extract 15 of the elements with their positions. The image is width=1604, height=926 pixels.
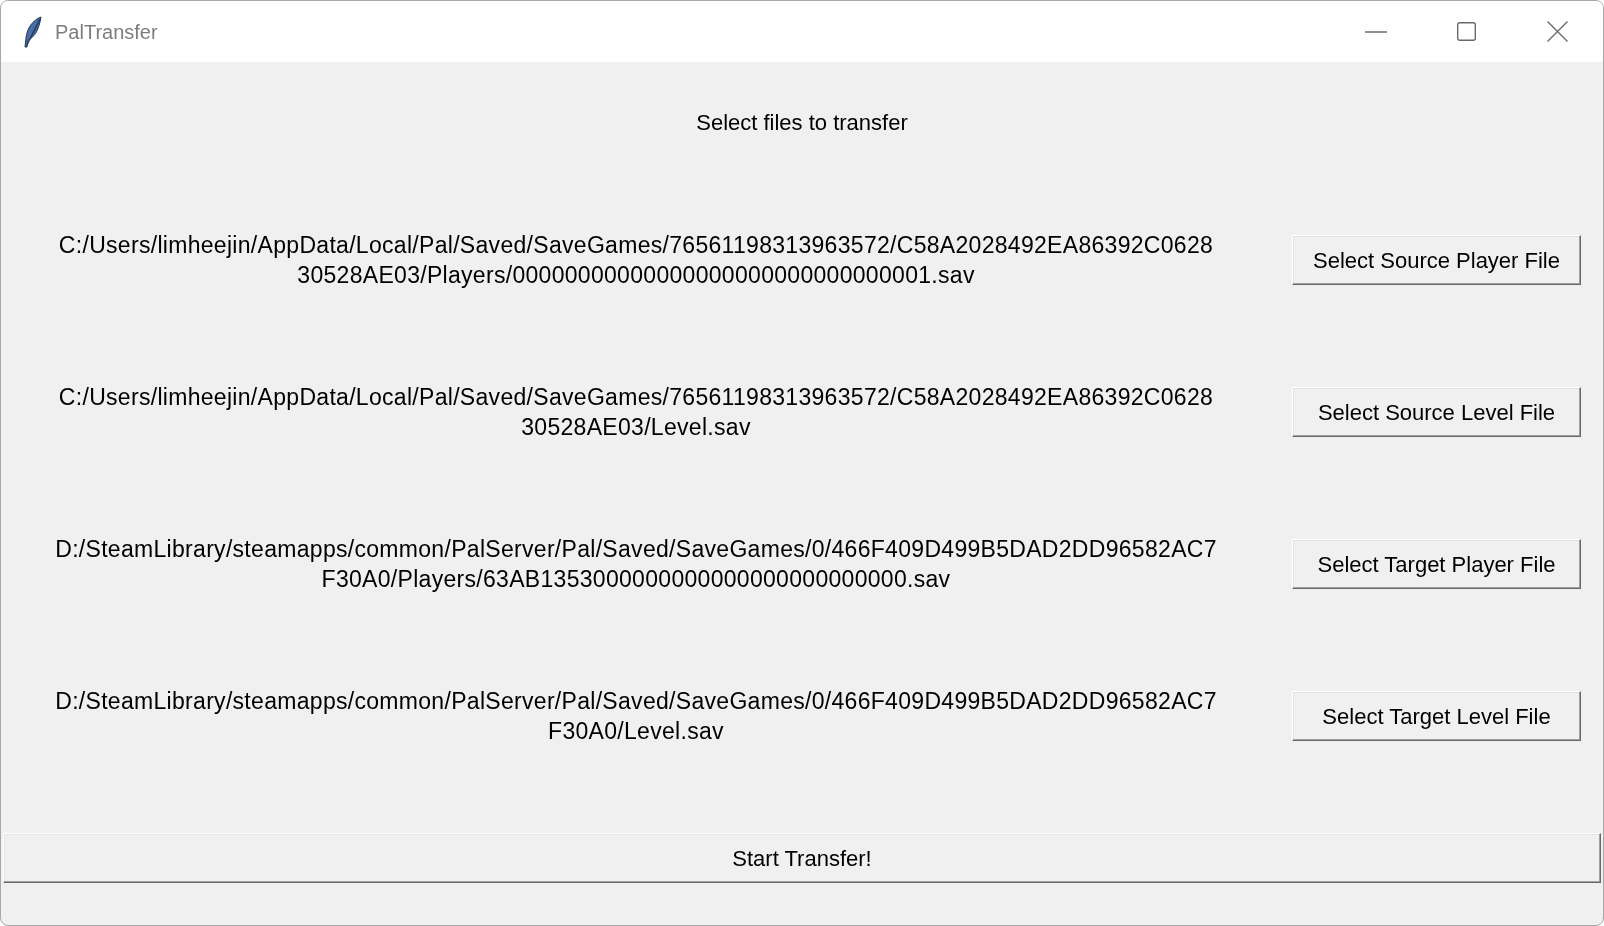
select-file-button[interactable]: Select Source Player File xyxy=(1292,235,1581,285)
maximize-icon xyxy=(1457,22,1476,41)
file-path-text: D:/SteamLibrary/steamapps/common/PalServer/Pal/Saved/SaveGames/0/466F409D499B5DAD2DD96582AC7 F30A0/Players/63AB1353000000000000000000000000.sav xyxy=(55,535,1217,594)
file-path-text: D:/SteamLibrary/steamapps/common/PalServer/Pal/Saved/SaveGames/0/466F409D499B5DAD2DD96582AC7 F30A0/Level.sav xyxy=(55,687,1217,746)
window-title: PalTransfer xyxy=(55,21,158,42)
file-path-text: C:/Users/limheejin/AppData/Local/Pal/Saved/SaveGames/76561198313963572/C58A2028492EA86392C0628 30528AE03/Players/00000000000000000000000000000001.sav xyxy=(58,231,1214,290)
feather-icon xyxy=(23,15,43,48)
select-file-button[interactable]: Select Source Level File xyxy=(1292,387,1581,437)
select-file-button[interactable]: Select Target Player File xyxy=(1292,539,1581,589)
select-file-button[interactable]: Select Target Level File xyxy=(1292,691,1581,741)
file-path-text: C:/Users/limheejin/AppData/Local/Pal/Saved/SaveGames/76561198313963572/C58A2028492EA86392C0628 30528AE03/Level.sav xyxy=(58,383,1214,442)
start-transfer-button[interactable]: Start Transfer! xyxy=(3,833,1601,883)
instruction-text: Select files to transfer xyxy=(696,109,908,137)
minimize-icon xyxy=(1364,30,1387,33)
close-icon xyxy=(1547,21,1568,42)
